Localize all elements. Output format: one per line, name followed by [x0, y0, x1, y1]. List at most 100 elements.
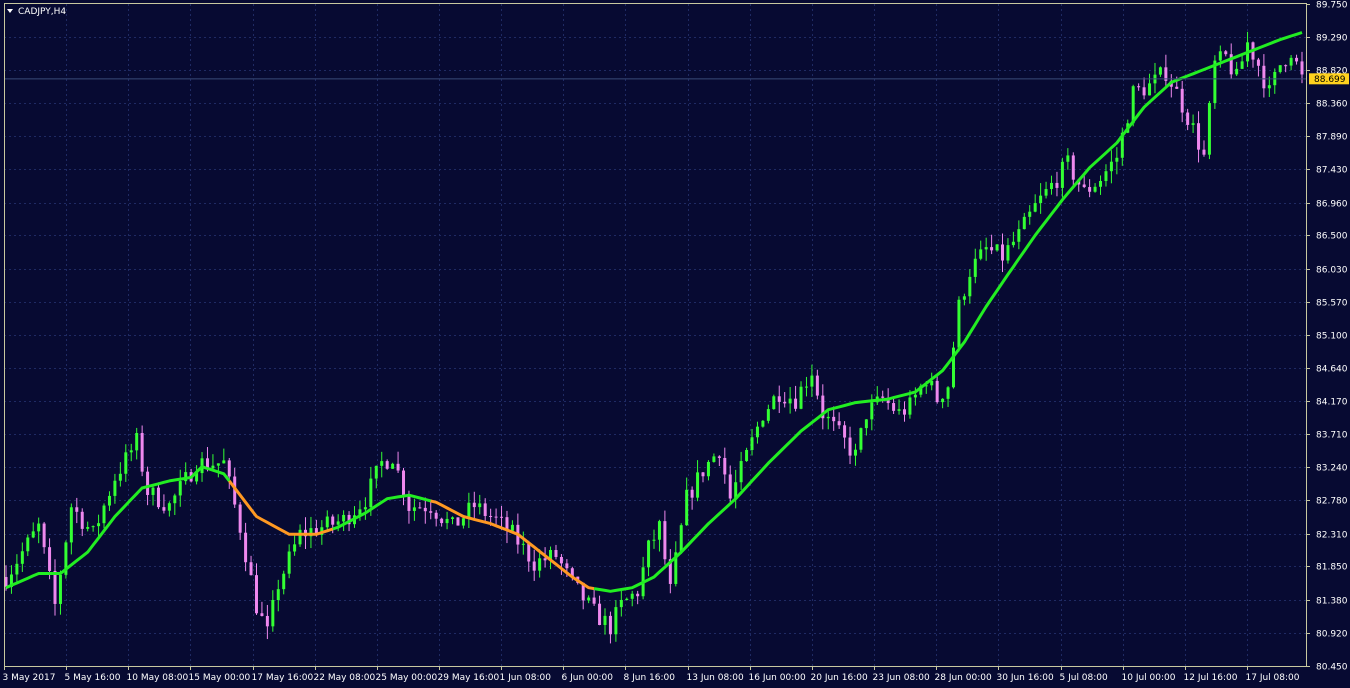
- y-tick-label: 84.640: [1316, 365, 1348, 375]
- candle-body: [331, 516, 335, 525]
- candle-body: [418, 507, 422, 509]
- candle-body: [962, 296, 966, 300]
- x-tick-label: 5 May 16:00: [65, 673, 121, 683]
- price-chart[interactable]: 89.75089.29088.82088.36087.89087.43086.9…: [0, 0, 1350, 688]
- candle-body: [1060, 161, 1064, 188]
- x-tick-label: 20 Jun 16:00: [811, 673, 868, 683]
- candle-body: [935, 380, 939, 403]
- candle-body: [494, 516, 498, 518]
- current-price-label: 88.699: [1314, 75, 1346, 85]
- y-tick-label: 82.780: [1316, 497, 1348, 507]
- candle-body: [336, 521, 340, 525]
- candle-body: [391, 463, 395, 469]
- candle-body: [1202, 149, 1206, 155]
- candle-body: [881, 396, 885, 398]
- candle-body: [48, 547, 52, 571]
- candle-body: [913, 394, 917, 398]
- candle-body: [265, 615, 269, 627]
- x-tick-label: 28 Jun 00:00: [935, 673, 992, 683]
- candle-body: [380, 461, 384, 466]
- y-tick-label: 87.890: [1316, 133, 1348, 143]
- candle-body: [527, 543, 531, 562]
- candle-body: [554, 549, 558, 557]
- candle-body: [227, 460, 231, 477]
- candle-body: [598, 603, 602, 625]
- candle-body: [249, 562, 253, 576]
- y-tick-label: 80.450: [1316, 663, 1348, 673]
- candle-body: [15, 563, 19, 575]
- y-tick-label: 86.500: [1316, 232, 1348, 242]
- candle-body: [412, 507, 416, 511]
- candle-body: [140, 433, 144, 472]
- candle-body: [717, 456, 721, 458]
- candle-body: [113, 480, 117, 496]
- candle-body: [385, 461, 389, 469]
- candle-body: [1207, 103, 1211, 155]
- candle-body: [543, 558, 547, 561]
- candle-body: [374, 465, 378, 479]
- candle-body: [440, 518, 444, 524]
- candle-body: [859, 428, 863, 450]
- candle-body: [614, 607, 618, 635]
- candle-body: [31, 531, 35, 538]
- candle-body: [761, 420, 765, 427]
- candle-body: [363, 507, 367, 510]
- candle-body: [837, 421, 841, 426]
- candle-body: [1218, 51, 1222, 61]
- y-tick-label: 81.850: [1316, 563, 1348, 573]
- candle-body: [755, 426, 759, 438]
- candle-body: [124, 452, 128, 474]
- candle: [859, 427, 863, 453]
- y-tick-label: 89.750: [1316, 1, 1348, 11]
- current-price-marker: 88.699: [1309, 73, 1349, 85]
- candle-body: [630, 593, 634, 599]
- candle-body: [1197, 123, 1201, 150]
- x-tick-label: 29 May 16:00: [438, 673, 500, 683]
- candle-body: [815, 375, 819, 396]
- candle: [761, 419, 765, 428]
- candle-body: [483, 503, 487, 516]
- candle-body: [20, 551, 24, 564]
- candle-body: [1175, 86, 1179, 89]
- candle-body: [282, 573, 286, 590]
- candle-body: [1224, 51, 1228, 55]
- x-tick-label: 8 Jun 16:00: [624, 673, 676, 683]
- candle-body: [538, 558, 542, 571]
- candle-body: [423, 507, 427, 512]
- x-tick-label: 1 Jun 08:00: [500, 673, 552, 683]
- candle-body: [1104, 171, 1108, 181]
- candle-body: [91, 526, 95, 528]
- candle-body: [97, 523, 101, 527]
- candle-body: [162, 507, 166, 511]
- candle-body: [892, 403, 896, 411]
- y-tick-label: 88.360: [1316, 100, 1348, 110]
- candle-body: [788, 398, 792, 404]
- candle-body: [794, 398, 798, 409]
- candle-body: [1267, 85, 1271, 89]
- candle-body: [832, 416, 836, 422]
- candle-body: [445, 518, 449, 524]
- candle: [951, 341, 955, 389]
- x-tick-label: 12 Jul 16:00: [1184, 673, 1238, 683]
- candle-body: [298, 529, 302, 545]
- candle-body: [478, 503, 482, 508]
- candle-body: [451, 517, 455, 519]
- candle-body: [946, 387, 950, 399]
- y-tick-label: 85.570: [1316, 299, 1348, 309]
- candle-body: [75, 507, 79, 512]
- x-tick-label: 3 May 2017: [3, 673, 56, 683]
- candle-body: [396, 463, 400, 471]
- candle-body: [685, 489, 689, 526]
- y-tick-label: 87.430: [1316, 166, 1348, 176]
- x-tick-label: 16 Jun 00:00: [749, 673, 806, 683]
- candle-body: [510, 524, 514, 531]
- candle-body: [657, 521, 661, 540]
- candle-body: [521, 543, 525, 545]
- candle-body: [86, 527, 90, 529]
- y-tick-label: 83.710: [1316, 431, 1348, 441]
- candle-body: [37, 523, 41, 532]
- candle-body: [995, 244, 999, 251]
- candle-body: [42, 523, 46, 548]
- candle-body: [461, 518, 465, 526]
- candle-body: [1289, 57, 1293, 66]
